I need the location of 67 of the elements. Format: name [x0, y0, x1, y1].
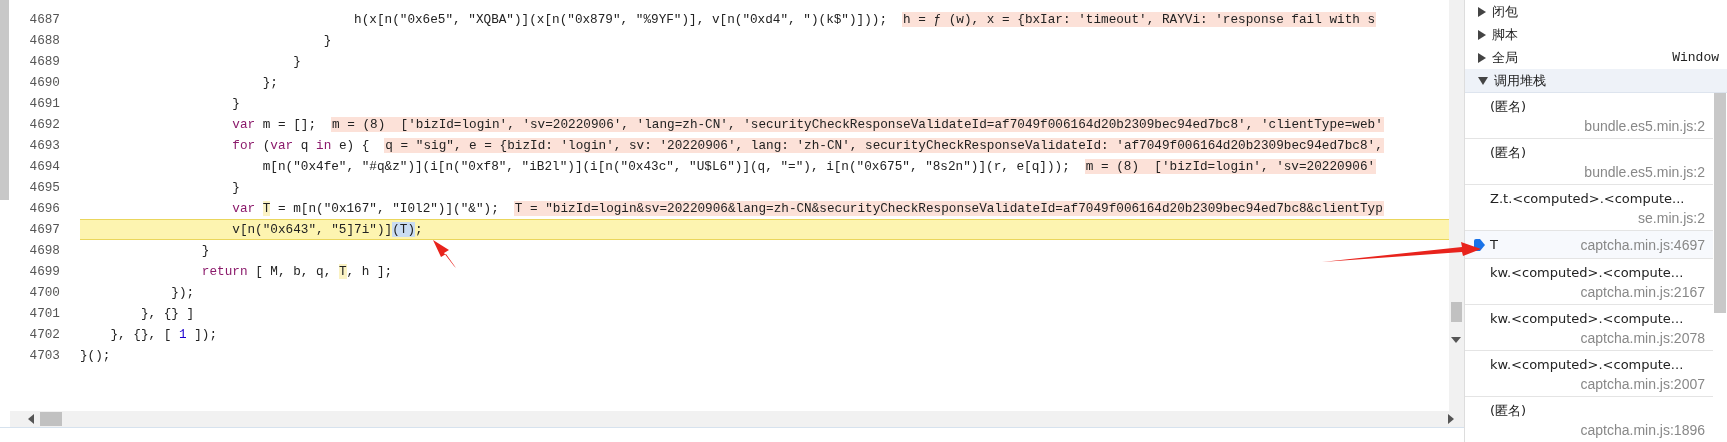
code-line: } — [322, 33, 332, 48]
frame-location: bundle.es5.min.js:2 — [1583, 117, 1705, 135]
frame-name: (匿名) — [1490, 402, 1528, 420]
code-line: }); — [170, 285, 195, 300]
line-number: 4693 — [28, 138, 61, 153]
frame-name: (匿名) — [1490, 144, 1528, 162]
section-header[interactable]: 脚本 — [1465, 23, 1727, 46]
inline-value-hint: T = "bizId=login&sv=20220906&lang=zh-CN&securityCheckResponseValidateId=af7049f006164d20b2309bec94ed7bc8&clientTyp — [513, 201, 1384, 216]
frame-location: bundle.es5.min.js:2 — [1583, 163, 1705, 181]
code-line: } — [200, 243, 210, 258]
scroll-right-icon[interactable] — [1448, 414, 1454, 424]
line-number: 4697 — [28, 222, 61, 237]
frame-name: kw.<computed>.<compute... — [1490, 356, 1685, 374]
frame-name: T — [1490, 235, 1498, 254]
line-number: 4694 — [28, 159, 61, 174]
line-number: 4701 — [28, 306, 61, 321]
frame-name: (匿名) — [1490, 98, 1528, 116]
line-number: 4695 — [28, 180, 61, 195]
frame-location: se.min.js:2 — [1637, 209, 1705, 227]
code-line: for (var q in e) { — [231, 138, 370, 153]
frame-location: captcha.min.js:2167 — [1579, 283, 1705, 301]
section-header[interactable]: 闭包 — [1465, 0, 1727, 23]
frame-name: kw.<computed>.<compute... — [1490, 264, 1685, 282]
section-header[interactable]: 调用堆栈 — [1465, 69, 1727, 93]
line-number: 4688 — [28, 33, 61, 48]
inline-value-hint: h = ƒ (w), x = {bxIar: 'timeout', RAYVi: 'response fail with s — [902, 12, 1377, 27]
scrollbar-thumb[interactable] — [1451, 302, 1462, 322]
line-number: 4689 — [28, 54, 61, 69]
code-line: var m = []; — [231, 117, 317, 132]
line-number: 4687 — [28, 12, 61, 27]
line-number: 4702 — [28, 327, 61, 342]
frame-location: captcha.min.js:1896 — [1579, 421, 1705, 439]
code-line: }; — [261, 75, 278, 90]
section-header[interactable]: 全局 Window — [1465, 46, 1727, 69]
line-number: 4691 — [28, 96, 61, 111]
code-line: }, {}, [ 1 ]); — [109, 327, 218, 342]
code-line: } — [231, 96, 240, 111]
scrollbar-thumb[interactable] — [1714, 93, 1726, 313]
line-number: 4698 — [28, 243, 61, 258]
code-line: m[n("0x4fe", "#q&z")](i[n("0xf8", "iB2l")](i[n("0x43c", "U$L6")](q, "="), i[n("0x675", "8s2n")](r, e[q])); — [261, 159, 1070, 174]
code-line: return [ M, b, q, T, h ]; — [200, 264, 393, 279]
frame-name: Z.t.<computed>.<compute... — [1490, 190, 1686, 208]
code-line: v[n("0x643", "5]7i")](T); — [231, 222, 423, 237]
frame-location: captcha.min.js:2007 — [1579, 375, 1705, 393]
inline-value-hint: q = "sig", e = {bizId: 'login', sv: '20220906', lang: 'zh-CN', securityCheckResponseValidateId: 'af7049f006164d20b2309bec94ed7bc8', — [384, 138, 1384, 153]
scroll-down-icon[interactable] — [1451, 337, 1461, 343]
code-line: }(); — [80, 348, 111, 363]
inline-value-hint: m = (8) ['bizId=login', 'sv=20220906', 'lang=zh-CN', 'securityCheckResponseValidateId=af7049f006164d20b2309bec94ed7bc8', 'clientType=web' — [331, 117, 1384, 132]
scrollbar-thumb[interactable] — [0, 0, 9, 200]
line-number: 4699 — [28, 264, 61, 279]
frame-location: captcha.min.js:2078 — [1579, 329, 1705, 347]
line-number: 4690 — [28, 75, 61, 90]
code-line: } — [292, 54, 301, 69]
line-number: 4696 — [28, 201, 61, 216]
line-number: 4700 — [28, 285, 61, 300]
call-frame[interactable]: T captcha.min.js:4697 — [1465, 231, 1713, 259]
code-line: var T = m[n("0x167", "I0l2")]("&"); — [231, 201, 499, 216]
code-line: }, {} ] — [139, 306, 195, 321]
line-number: 4703 — [28, 348, 61, 363]
frame-name: kw.<computed>.<compute... — [1490, 310, 1685, 328]
code-line: } — [231, 180, 240, 195]
inline-value-hint: m = (8) ['bizId=login', 'sv=20220906' — [1084, 159, 1377, 174]
code-line: h(x[n("0x6e5", "XQBA")](x[n("0x879", "%9YF")], v[n("0xd4", ")(k$")])); — [353, 12, 888, 27]
frame-location: captcha.min.js:4697 — [1580, 235, 1705, 254]
scrollbar-thumb[interactable] — [40, 412, 62, 426]
scroll-left-icon[interactable] — [28, 414, 34, 424]
line-number: 4692 — [28, 117, 61, 132]
